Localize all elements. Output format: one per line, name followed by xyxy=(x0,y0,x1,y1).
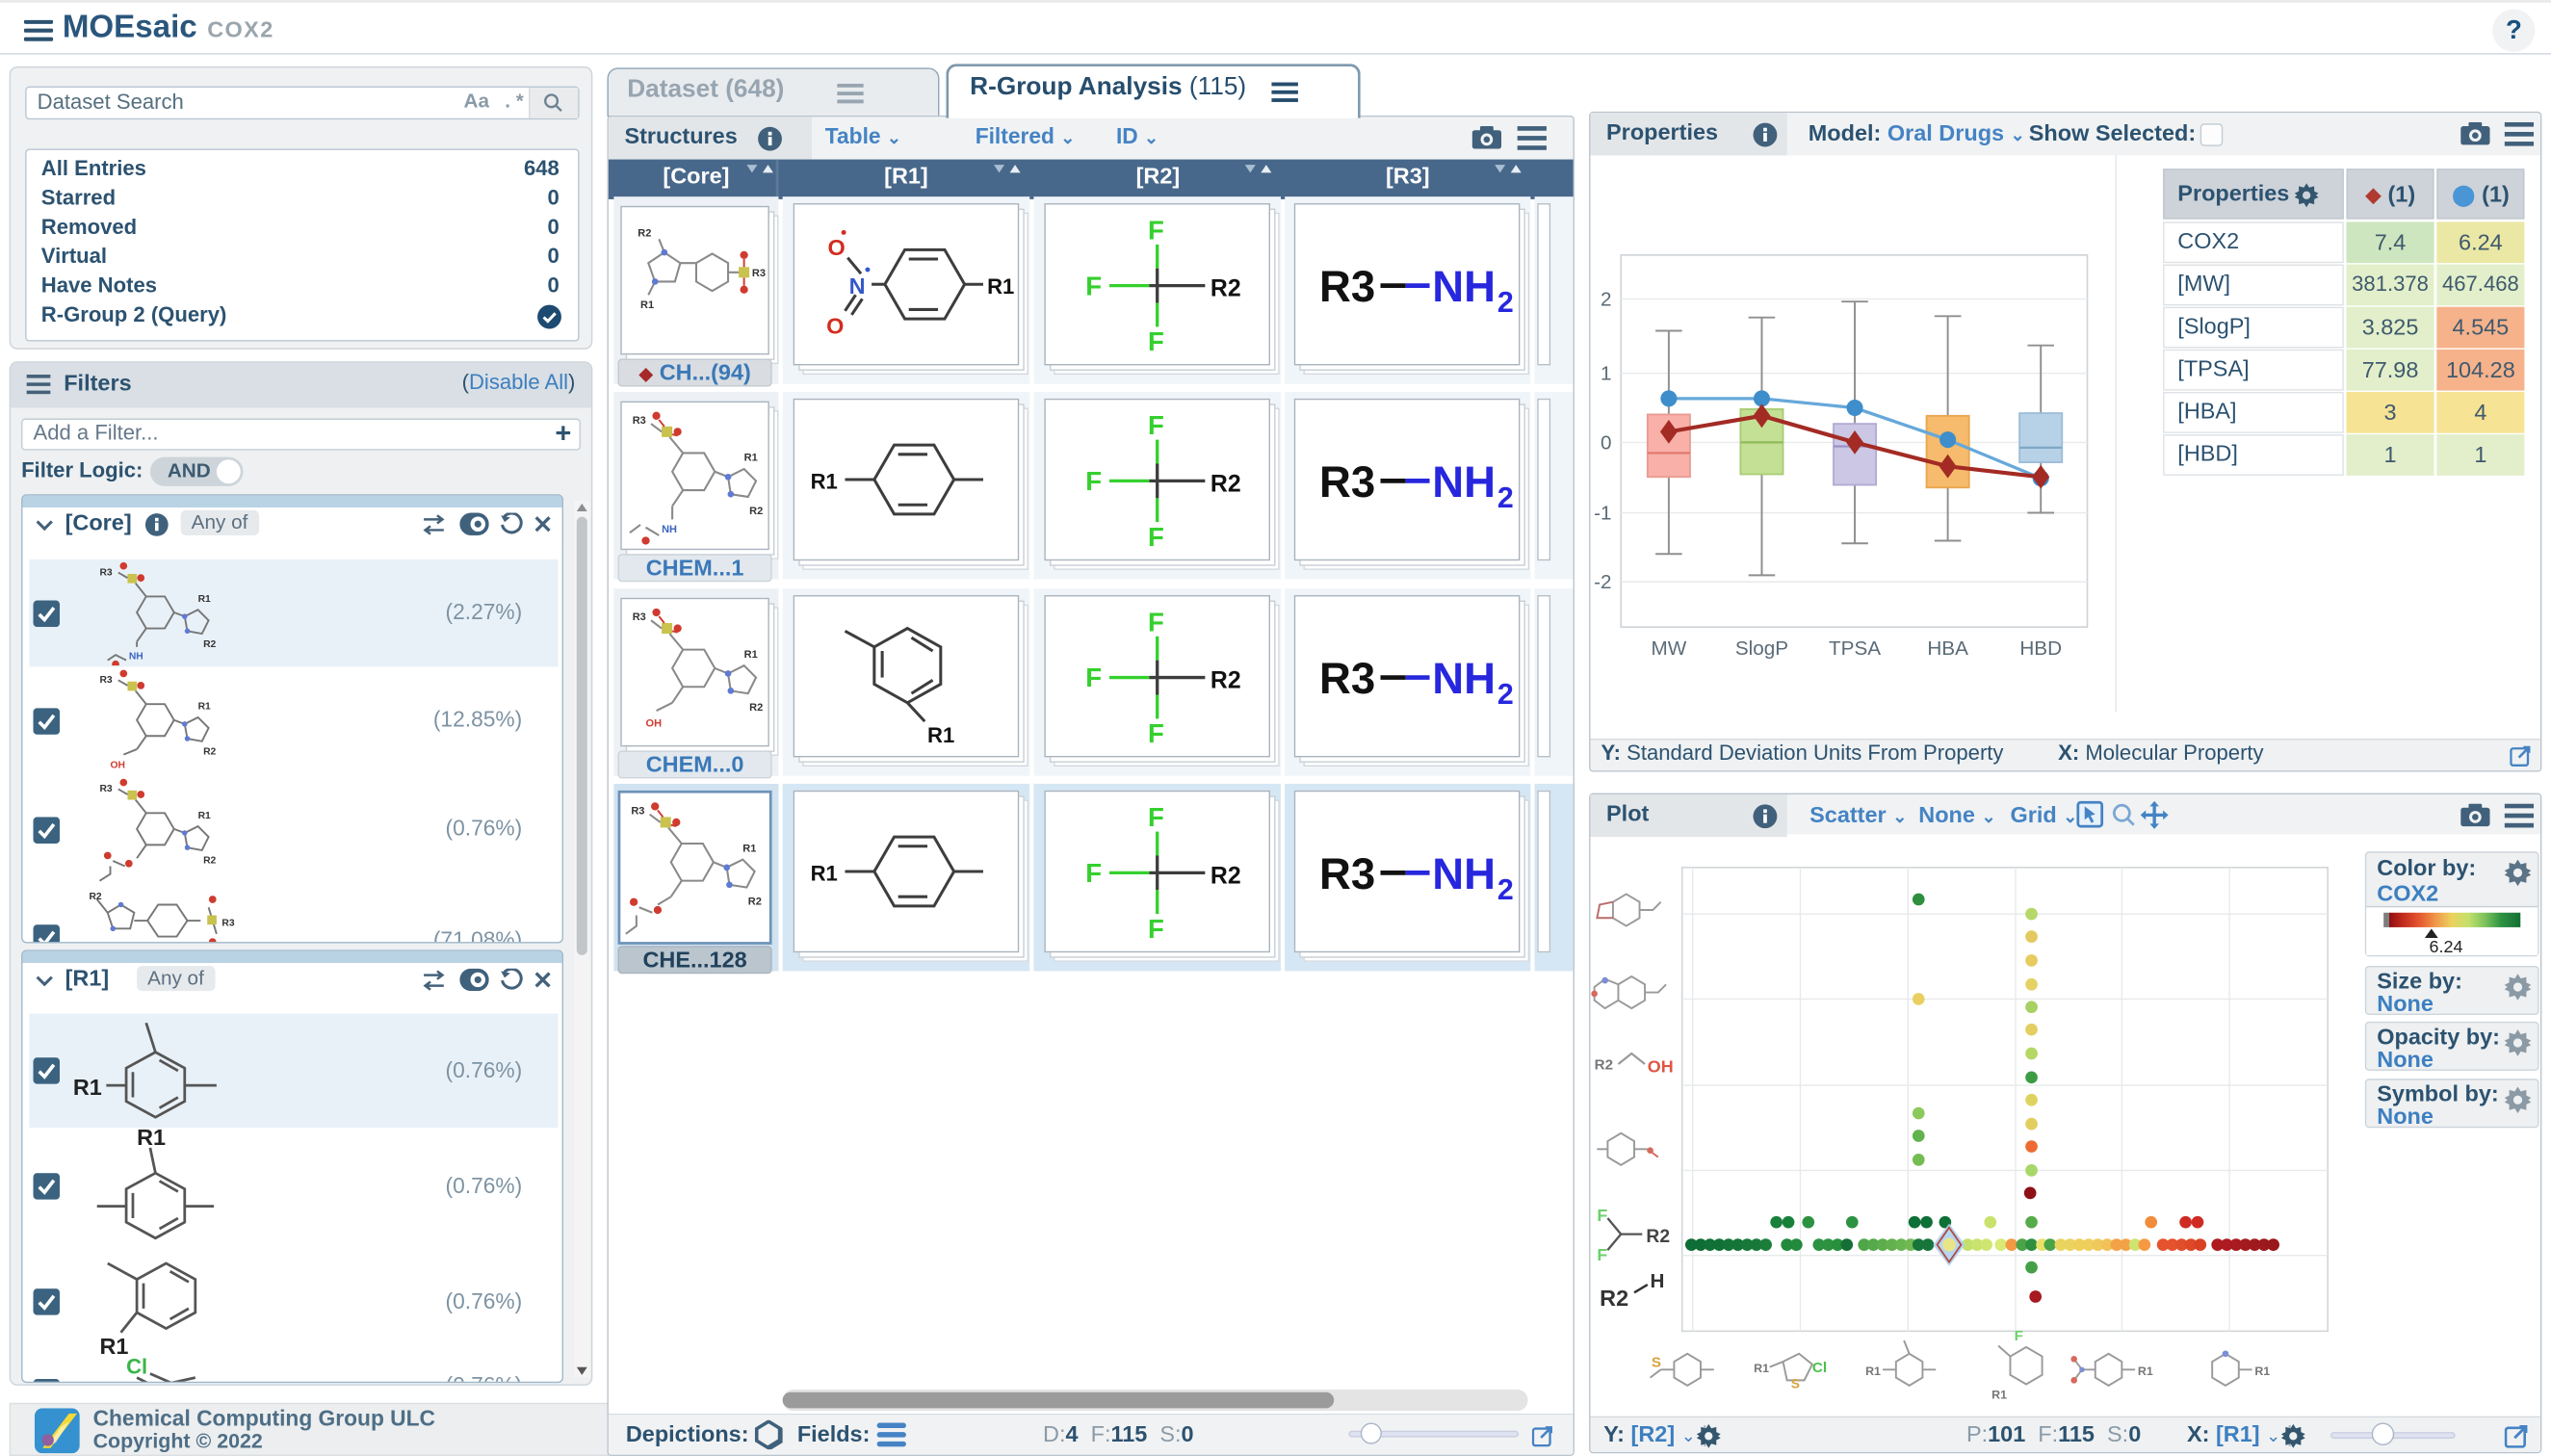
svg-text:R3: R3 xyxy=(99,567,112,578)
svg-text:MW: MW xyxy=(1652,637,1687,660)
svg-text:2: 2 xyxy=(1497,482,1514,514)
svg-text:R2: R2 xyxy=(203,747,216,758)
svg-text:R2: R2 xyxy=(1210,863,1241,889)
svg-text:2: 2 xyxy=(1497,874,1514,906)
svg-text:R1: R1 xyxy=(811,470,838,494)
svg-text:F: F xyxy=(1148,326,1164,356)
svg-text:R1: R1 xyxy=(1991,1389,2007,1402)
svg-text:R1: R1 xyxy=(73,1075,102,1100)
svg-text:Cl: Cl xyxy=(1812,1360,1827,1376)
svg-text:R2: R2 xyxy=(638,228,651,240)
svg-text:F: F xyxy=(1148,914,1164,944)
svg-text:NH: NH xyxy=(1432,457,1496,507)
svg-text:R1: R1 xyxy=(744,453,758,464)
svg-text:R1: R1 xyxy=(987,274,1014,299)
svg-text:F: F xyxy=(1148,215,1164,245)
svg-text:SlogP: SlogP xyxy=(1735,637,1788,660)
svg-text:1: 1 xyxy=(1601,363,1612,385)
svg-text:HBD: HBD xyxy=(2019,637,2062,660)
svg-text:F: F xyxy=(1148,410,1164,440)
svg-text:-1: -1 xyxy=(1594,502,1611,524)
svg-text:NH: NH xyxy=(1432,654,1496,703)
svg-text:R3: R3 xyxy=(99,784,112,794)
svg-text:R1: R1 xyxy=(99,1334,128,1359)
svg-text:R1: R1 xyxy=(927,723,954,747)
svg-text:OH: OH xyxy=(1648,1056,1674,1076)
svg-text:R1: R1 xyxy=(640,299,654,311)
svg-text:F: F xyxy=(1148,607,1164,637)
svg-text:F: F xyxy=(1085,858,1102,888)
svg-text:NH: NH xyxy=(129,651,143,662)
svg-text:R1: R1 xyxy=(198,811,211,821)
svg-text:R3: R3 xyxy=(1319,262,1375,311)
svg-text:R1: R1 xyxy=(2138,1365,2153,1378)
svg-text:2: 2 xyxy=(1601,288,1612,310)
svg-text:R1: R1 xyxy=(2254,1365,2270,1378)
svg-text:R2: R2 xyxy=(748,896,762,907)
svg-text:R3: R3 xyxy=(221,919,234,929)
svg-text:F: F xyxy=(1597,1245,1607,1264)
svg-text:R2: R2 xyxy=(1210,668,1241,694)
svg-text:R1: R1 xyxy=(1754,1362,1769,1375)
svg-text:R2: R2 xyxy=(203,639,216,650)
svg-text:R3: R3 xyxy=(1319,457,1375,507)
svg-text:-2: -2 xyxy=(1594,571,1611,593)
svg-text:R2: R2 xyxy=(203,856,216,867)
svg-text:F: F xyxy=(2015,1328,2023,1344)
svg-text:R3: R3 xyxy=(752,268,766,279)
svg-text:R1: R1 xyxy=(198,702,211,713)
svg-text:R3: R3 xyxy=(631,806,644,818)
svg-text:H: H xyxy=(1651,1270,1665,1292)
svg-text:R1: R1 xyxy=(744,649,758,661)
svg-text:HBA: HBA xyxy=(1927,637,1968,660)
svg-text:R1: R1 xyxy=(742,843,756,854)
svg-text:NH: NH xyxy=(1432,849,1496,898)
svg-text:R2: R2 xyxy=(1595,1057,1613,1074)
svg-text:R2: R2 xyxy=(749,506,763,517)
svg-text:R3: R3 xyxy=(633,415,646,427)
svg-text:F: F xyxy=(1148,802,1164,832)
svg-text:NH: NH xyxy=(662,524,677,535)
svg-text:R3: R3 xyxy=(1319,654,1375,703)
svg-text:F: F xyxy=(1085,663,1102,692)
svg-text:F: F xyxy=(1597,1206,1607,1225)
svg-text:R1: R1 xyxy=(1865,1365,1881,1378)
svg-text:TPSA: TPSA xyxy=(1829,637,1881,660)
svg-text:F: F xyxy=(1085,271,1102,300)
svg-text:O: O xyxy=(828,235,846,260)
svg-text:R2: R2 xyxy=(1210,276,1241,302)
svg-text:F: F xyxy=(1148,522,1164,552)
svg-text:R2: R2 xyxy=(1600,1286,1628,1311)
svg-text:OH: OH xyxy=(111,760,126,770)
svg-text:N: N xyxy=(849,273,866,299)
svg-text:NH: NH xyxy=(1432,262,1496,311)
svg-text:R3: R3 xyxy=(633,611,646,623)
svg-text:S: S xyxy=(1652,1355,1661,1371)
svg-text:R1: R1 xyxy=(198,594,211,605)
svg-text:O: O xyxy=(826,313,844,338)
svg-text:OH: OH xyxy=(646,718,663,730)
svg-text:F: F xyxy=(1085,466,1102,496)
svg-text:S: S xyxy=(1791,1377,1800,1391)
svg-text:R2: R2 xyxy=(89,892,101,902)
svg-text:R1: R1 xyxy=(137,1130,166,1151)
svg-text:R2: R2 xyxy=(1210,471,1241,497)
svg-text:R3: R3 xyxy=(1319,849,1375,898)
svg-text:R1: R1 xyxy=(811,862,838,886)
svg-text:R3: R3 xyxy=(99,675,112,686)
svg-text:2: 2 xyxy=(1497,287,1514,319)
svg-text:R2: R2 xyxy=(1646,1227,1670,1247)
svg-text:R2: R2 xyxy=(749,702,763,714)
svg-text:2: 2 xyxy=(1497,679,1514,711)
svg-text:F: F xyxy=(1148,718,1164,748)
svg-text:0: 0 xyxy=(1601,431,1612,454)
svg-text:Cl: Cl xyxy=(126,1358,147,1379)
